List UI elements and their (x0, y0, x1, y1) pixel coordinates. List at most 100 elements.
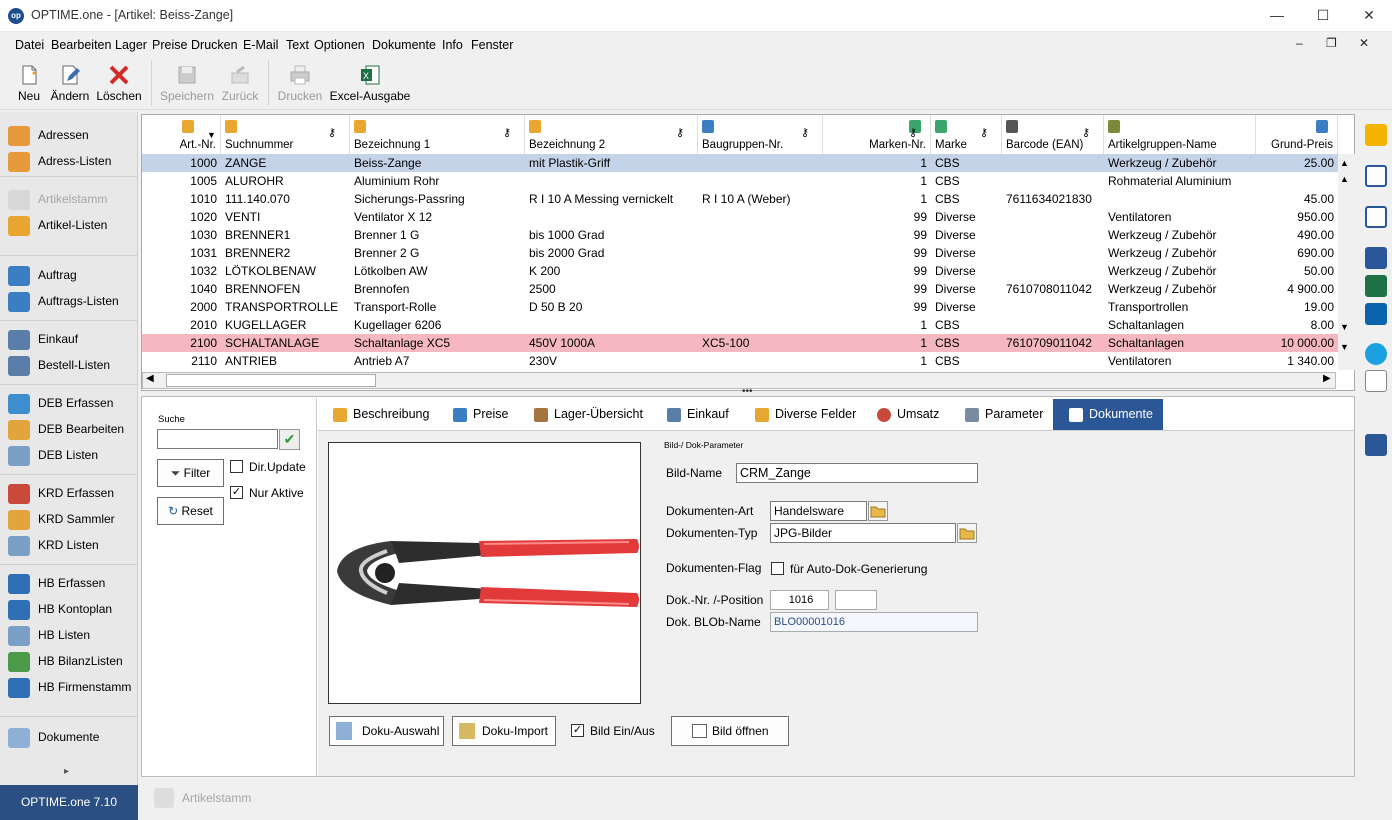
doku-auswahl-button[interactable]: Doku-Auswahl (329, 716, 444, 746)
table-row[interactable]: 1030 BRENNER1 Brenner 1 G bis 1000 Grad 99 Di… (142, 226, 1338, 244)
table-row[interactable]: 2000 TRANSPORTROLLE Transport-Rolle D 50 B … (142, 298, 1338, 316)
tab-umsatz[interactable]: Umsatz (877, 399, 939, 430)
sort-desc-icon[interactable]: ▼ (207, 130, 216, 140)
column-header[interactable]: ⚷ Marken-Nr. (823, 115, 931, 154)
menu-datei[interactable]: Datei (15, 38, 44, 52)
mdi-restore-button[interactable]: ❐ (1326, 36, 1337, 50)
sidebar-item-hb-erfassen[interactable]: HB Erfassen (8, 572, 105, 594)
internet-explorer-icon[interactable] (1365, 343, 1387, 365)
sidebar-expand-icon[interactable]: ▸ (64, 766, 69, 777)
sidebar-item-hb-firmenstamm[interactable]: HB Firmenstamm (8, 676, 131, 698)
menu-optionen[interactable]: Optionen (314, 38, 365, 52)
new-button[interactable]: Neu (12, 60, 46, 108)
menu-fenster[interactable]: Fenster (471, 38, 513, 52)
mail-document-icon[interactable] (1365, 370, 1387, 392)
menu-drucken[interactable]: Drucken (191, 38, 238, 52)
close-button[interactable]: ✕ (1346, 0, 1392, 32)
sidebar-item-auftrags-listen[interactable]: Auftrags-Listen (8, 290, 119, 312)
scroll-right-icon[interactable]: ▶ (1323, 373, 1331, 384)
vertical-scrollbar[interactable] (1338, 154, 1355, 370)
undo-button[interactable]: Zurück (218, 60, 262, 108)
sidebar-item-krd-erfassen[interactable]: KRD Erfassen (8, 482, 114, 504)
sidebar-item-bestell-listen[interactable]: Bestell-Listen (8, 354, 110, 376)
scroll-left-icon[interactable]: ◀ (146, 373, 154, 384)
dok-position-input[interactable] (835, 590, 877, 610)
filter-button[interactable]: ⏷ Filter (157, 459, 224, 487)
table-row[interactable]: 2100 SCHALTANLAGE Schaltanlage XC5 450V 100… (142, 334, 1338, 352)
sidebar-item-deb-erfassen[interactable]: DEB Erfassen (8, 392, 113, 414)
auto-dok-checkbox[interactable] (771, 562, 784, 575)
tab-lager-uebersicht[interactable]: Lager-Übersicht (534, 399, 643, 430)
tab-dokumente[interactable]: Dokumente (1053, 399, 1163, 430)
sidebar-item-auftrag[interactable]: Auftrag (8, 264, 77, 286)
sidebar-item-deb-bearbeiten[interactable]: DEB Bearbeiten (8, 418, 124, 440)
dokumenten-art-input[interactable]: Handelsware (770, 501, 867, 521)
menu-lager[interactable]: Lager (115, 38, 147, 52)
report-icon[interactable] (1365, 206, 1387, 228)
table-row[interactable]: 1005 ALUROHR Aluminium Rohr 1 CBS Rohmaterial… (142, 172, 1338, 190)
tab-beschreibung[interactable]: Beschreibung (333, 399, 429, 430)
bild-einaus-checkbox[interactable]: ✓ (571, 724, 584, 737)
delete-button[interactable]: Löschen (95, 60, 143, 108)
column-header[interactable]: ⚷ Marke (931, 115, 1002, 154)
menu-dokumente[interactable]: Dokumente (372, 38, 436, 52)
bild-oeffnen-button[interactable]: Bild öffnen (671, 716, 789, 746)
scroll-thumb[interactable] (166, 374, 376, 387)
search-input[interactable] (157, 429, 278, 449)
menu-preise[interactable]: Preise (152, 38, 187, 52)
dir-update-checkbox[interactable] (230, 460, 243, 473)
taskbar-item-artikelstamm[interactable]: Artikelstamm (182, 791, 251, 805)
nur-aktive-checkbox[interactable]: ✓ (230, 486, 243, 499)
table-row[interactable]: 1000 ZANGE Beiss-Zange mit Plastik-Griff 1 CB… (142, 154, 1338, 172)
sidebar-item-hb-kontoplan[interactable]: HB Kontoplan (8, 598, 112, 620)
dokumenten-typ-input[interactable]: JPG-Bilder (770, 523, 956, 543)
column-header[interactable]: Artikelgruppen-Name (1104, 115, 1256, 154)
column-header[interactable]: ⚷ Bezeichnung 2 (525, 115, 698, 154)
scroll-up-icon[interactable]: ▲ (1340, 174, 1349, 184)
sidebar-item-einkauf[interactable]: Einkauf (8, 328, 78, 350)
column-header[interactable]: ⚷ Suchnummer (221, 115, 350, 154)
sidebar-item-hb-listen[interactable]: HB Listen (8, 624, 90, 646)
menu-bearbeiten[interactable]: Bearbeiten (51, 38, 111, 52)
word-icon[interactable] (1365, 247, 1387, 269)
tab-diverse-felder[interactable]: Diverse Felder (755, 399, 856, 430)
maximize-button[interactable]: ☐ (1300, 0, 1346, 32)
table-row[interactable]: 2110 ANTRIEB Antrieb A7 230V 1 CBS Ventilatore… (142, 352, 1338, 370)
sidebar-item-adress-listen[interactable]: Adress-Listen (8, 150, 111, 172)
sidebar-item-artikel-listen[interactable]: Artikel-Listen (8, 214, 107, 236)
mdi-minimize-button[interactable]: – (1296, 36, 1303, 50)
table-row[interactable]: 2010 KUGELLAGER Kugellager 6206 1 CBS Schalta… (142, 316, 1338, 334)
scroll-bottom-icon[interactable]: ▼ (1340, 342, 1349, 352)
outlook-icon[interactable] (1365, 303, 1387, 325)
column-header[interactable]: ⚷ Baugruppen-Nr. (698, 115, 823, 154)
excel-export-button[interactable]: X Excel-Ausgabe (328, 60, 412, 108)
sidebar-item-dokumente[interactable]: Dokumente (8, 726, 99, 748)
menu-email[interactable]: E-Mail (243, 38, 278, 52)
tab-preise[interactable]: Preise (453, 399, 508, 430)
column-header[interactable]: ⚷ Bezeichnung 1 (350, 115, 525, 154)
column-header[interactable]: ⚷ Barcode (EAN) (1002, 115, 1104, 154)
menu-info[interactable]: Info (442, 38, 463, 52)
minimize-button[interactable]: — (1254, 0, 1300, 32)
table-row[interactable]: 1031 BRENNER2 Brenner 2 G bis 2000 Grad 99 Di… (142, 244, 1338, 262)
sidebar-item-hb-bilanzlisten[interactable]: HB BilanzListen (8, 650, 123, 672)
bild-name-input[interactable]: CRM_Zange (736, 463, 978, 483)
search-confirm-icon[interactable]: ✔ (279, 429, 300, 450)
folder-typ-icon[interactable] (957, 523, 977, 543)
doku-import-button[interactable]: Doku-Import (452, 716, 556, 746)
dok-nr-input[interactable]: 1016 (770, 590, 829, 610)
sidebar-item-krd-listen[interactable]: KRD Listen (8, 534, 99, 556)
table-row[interactable]: 1020 VENTI Ventilator X 12 99 Diverse Ventila… (142, 208, 1338, 226)
table-row[interactable]: 1032 LÖTKOLBENAW Lötkolben AW K 200 99 Divers… (142, 262, 1338, 280)
scroll-top-icon[interactable]: ▲ (1340, 158, 1349, 168)
scroll-down-icon[interactable]: ▼ (1340, 322, 1349, 332)
edit-button[interactable]: Ändern (48, 60, 92, 108)
save-button[interactable]: Speichern (158, 60, 216, 108)
excel-side-icon[interactable] (1365, 275, 1387, 297)
sidebar-item-adressen[interactable]: Adressen (8, 124, 89, 146)
folder-art-icon[interactable] (868, 501, 888, 521)
sidebar-item-artikelstamm[interactable]: Artikelstamm (8, 188, 107, 210)
phone-icon[interactable] (1365, 434, 1387, 456)
table-row[interactable]: 1040 BRENNOFEN Brennofen 2500 99 Diverse 76107… (142, 280, 1338, 298)
tab-parameter[interactable]: Parameter (965, 399, 1043, 430)
